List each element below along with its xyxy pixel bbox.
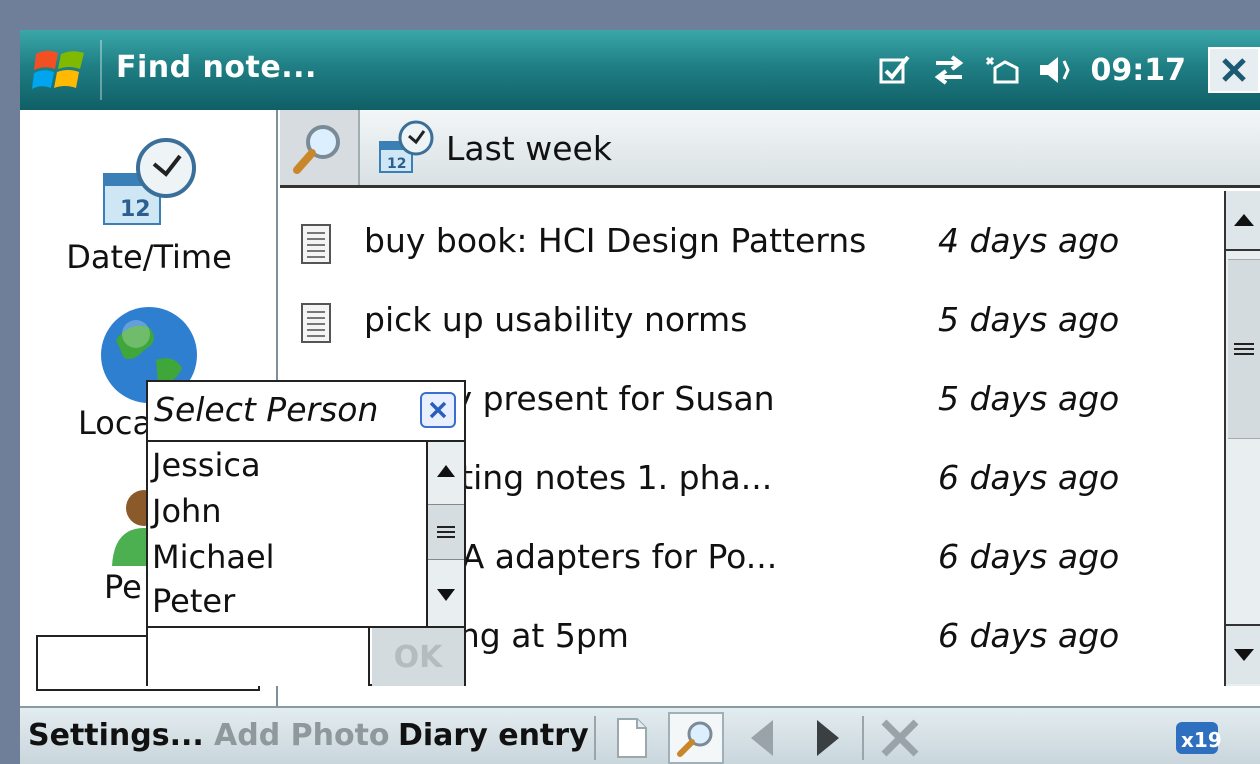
person-scroll-down-button[interactable] [428,566,464,624]
arrow-up-icon [437,465,455,477]
new-note-button[interactable] [604,712,660,764]
popup-header: Select Person [148,382,464,442]
popup-close-button[interactable] [420,392,456,428]
calendar-clock-small-icon: 12 [379,120,434,173]
start-button[interactable] [20,30,100,110]
note-date: 5 days ago [938,379,1120,418]
arrow-down-icon [1234,649,1254,661]
scroll-up-button[interactable] [1226,191,1260,251]
person-item-john[interactable]: John [152,492,222,530]
person-item-jessica[interactable]: Jessica [152,446,261,484]
next-button[interactable] [800,712,856,764]
calendar-clock-icon: 12 [103,138,196,225]
popup-footer: OK [148,626,464,686]
active-filter-bar: 12 Last week [280,110,1260,188]
add-photo-menu[interactable]: Add Photo [214,718,390,753]
note-date: 6 days ago [938,616,1120,655]
select-person-popup: Select Person Jessica John Michael Peter [146,380,466,686]
checkbox-task-icon[interactable] [875,50,915,90]
arrow-right-icon [817,720,839,756]
toolbar-separator-2 [862,716,864,760]
person-list: Jessica John Michael Peter [148,442,426,626]
note-date: 6 days ago [938,537,1120,576]
delete-x-icon [881,719,919,757]
note-row[interactable]: pick up usability norms 5 days ago [280,288,1224,358]
scroll-thumb[interactable] [1228,259,1260,439]
note-date: 4 days ago [938,221,1120,260]
clock[interactable]: 09:17 [1091,53,1187,88]
note-date: 5 days ago [938,300,1120,339]
nav-label-datetime: Date/Time [66,238,232,276]
scroll-down-button[interactable] [1226,624,1260,684]
volume-icon[interactable] [1037,50,1077,90]
title-bar: Find note... 09:17 [20,30,1260,110]
toolbar-separator [594,716,596,760]
speaker-icon [1039,57,1070,83]
menu-bar: Settings... Add Photo Diary entry x19 [20,706,1260,764]
note-date: 6 days ago [938,458,1120,497]
phone-signal-icon [985,56,1018,84]
sync-arrows-icon [934,55,963,85]
filter-label: Last week [446,128,612,168]
note-row[interactable]: buy book: HCI Design Patterns 4 days ago [280,209,1224,279]
input-badge-label: x19 [1181,728,1222,752]
grip-icon [1234,343,1254,355]
grip-icon [437,526,455,538]
signal-icon[interactable] [983,50,1023,90]
svg-text:12: 12 [387,156,406,172]
close-button[interactable] [1208,47,1260,93]
note-document-icon [301,224,331,264]
close-icon [429,401,447,419]
settings-menu[interactable]: Settings... [28,718,204,753]
notes-scrollbar[interactable] [1224,191,1260,686]
note-title: buy book: HCI Design Patterns [364,221,867,260]
note-title: pick up usability norms [364,300,748,339]
note-document-icon [301,303,331,343]
person-list-scrollbar[interactable] [426,442,464,626]
ok-button[interactable]: OK [372,628,464,686]
diary-entry-menu[interactable]: Diary entry [398,718,589,753]
arrow-up-icon [1234,214,1254,226]
person-scroll-up-button[interactable] [428,442,464,500]
person-scroll-thumb[interactable] [428,504,464,560]
person-item-michael[interactable]: Michael [152,538,275,576]
nav-item-datetime[interactable]: 12 Date/Time [20,134,278,276]
arrow-left-icon [751,720,773,756]
keyboard-badge-icon: x19 [1176,722,1222,754]
search-icon [677,721,713,757]
windows-logo-icon [32,50,84,89]
close-icon [1222,58,1246,82]
status-area: 09:17 [875,30,1260,110]
checkbox-icon [879,55,910,84]
delete-button[interactable] [872,712,928,764]
input-method-button[interactable]: x19 [1170,712,1226,764]
title-separator [100,40,102,100]
svg-text:12: 12 [120,197,151,222]
magnifier-icon [293,124,340,174]
window-title: Find note... [116,50,317,85]
filter-chip-last-week[interactable]: 12 Last week [376,118,612,178]
person-name-input[interactable] [148,628,370,686]
search-button[interactable] [668,712,724,764]
connectivity-icon[interactable] [929,50,969,90]
person-item-peter[interactable]: Peter [152,582,235,620]
previous-button[interactable] [734,712,790,764]
filter-search-button[interactable] [280,110,360,185]
arrow-down-icon [437,589,455,601]
popup-title: Select Person [154,390,379,429]
new-document-icon [617,718,647,758]
device-screen: Find note... 09:17 12 Date/Time Loca Pe … [20,30,1260,764]
